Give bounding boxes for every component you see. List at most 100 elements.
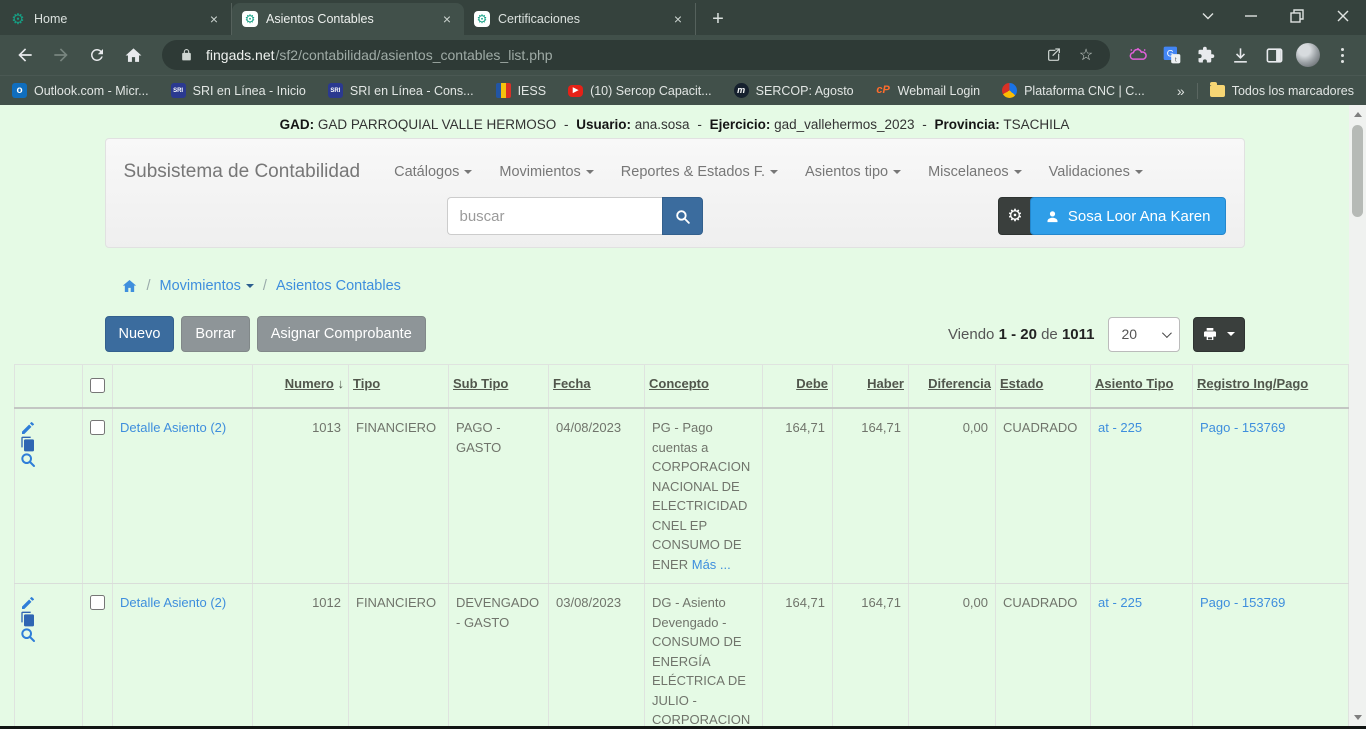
tab-close-icon[interactable]: × [205,10,223,28]
col-header-fecha: Fecha [549,365,645,409]
tab-home[interactable]: ⚙ Home × [0,3,232,35]
bookmark-iess[interactable]: IESS [496,83,547,98]
more-link[interactable]: Más ... [692,557,731,572]
bookmark-label: IESS [518,84,547,98]
back-button[interactable] [10,40,40,70]
asiento-tipo-link[interactable]: at - 225 [1098,595,1142,610]
window-close-button[interactable] [1320,0,1366,32]
cell-fecha: 04/08/2023 [549,408,645,584]
view-icon[interactable] [20,627,36,643]
extension-cloud-icon[interactable] [1124,41,1152,69]
print-button[interactable] [1193,317,1245,352]
new-tab-button[interactable]: + [704,5,732,33]
scroll-down-arrow[interactable] [1349,709,1366,726]
profile-avatar[interactable] [1294,41,1322,69]
chevron-down-icon [586,170,594,174]
menu-asientos-tipo[interactable]: Asientos tipo [805,164,901,180]
asientos-table: Numero ↓ Tipo Sub Tipo Fecha Concepto De… [14,364,1349,729]
detail-link[interactable]: Detalle Asiento (2) [120,595,226,610]
tab-close-icon[interactable]: × [438,10,456,28]
forward-button[interactable] [46,40,76,70]
bookmarks-overflow-button[interactable]: » [1177,83,1185,99]
breadcrumb-movimientos[interactable]: Movimientos [160,278,254,294]
bookmark-webmail[interactable]: cP Webmail Login [876,83,980,98]
edit-icon[interactable] [20,595,36,611]
col-header-concepto: Concepto [645,365,763,409]
bookmark-plataforma-cnc[interactable]: Plataforma CNC | C... [1002,83,1145,98]
reload-button[interactable] [82,40,112,70]
screen: { "browser": { "favicon_glyph": "⚙", "cl… [0,0,1366,729]
delete-button[interactable]: Borrar [181,316,249,352]
bookmark-sri-inicio[interactable]: SRI SRI en Línea - Inicio [171,83,306,98]
bookmark-sri-consultas[interactable]: SRI SRI en Línea - Cons... [328,83,474,98]
menu-reportes[interactable]: Reportes & Estados F. [621,164,778,180]
col-header-debe: Debe [763,365,833,409]
actions-toolbar: Nuevo Borrar Asignar Comprobante Viendo … [105,316,1245,352]
cell-subtipo: PAGO - GASTO [449,408,549,584]
row-checkbox[interactable] [90,595,105,610]
site-favicon-gear-icon: ⚙ [474,11,490,27]
col-header-haber: Haber [833,365,909,409]
menu-miscelaneos[interactable]: Miscelaneos [928,164,1022,180]
edit-icon[interactable] [20,420,36,436]
bookmark-sercop-capacitacion[interactable]: ▶ (10) Sercop Capacit... [568,84,712,98]
youtube-icon: ▶ [568,85,583,97]
home-icon[interactable] [121,278,138,294]
scroll-up-arrow[interactable] [1349,106,1366,123]
detail-link[interactable]: Detalle Asiento (2) [120,420,226,435]
view-icon[interactable] [20,452,36,468]
copy-icon[interactable] [20,611,36,627]
window-minimize-button[interactable] [1228,0,1274,32]
browser-menu-kebab-icon[interactable] [1328,41,1356,69]
home-button[interactable] [118,40,148,70]
cell-haber: 164,71 [833,408,909,584]
menu-validaciones[interactable]: Validaciones [1049,164,1143,180]
all-bookmarks-button[interactable]: Todos los marcadores [1210,84,1354,98]
extensions-puzzle-icon[interactable] [1192,41,1220,69]
page-content: GAD: GAD PARROQUIAL VALLE HERMOSO - Usua… [0,105,1349,729]
tab-certificaciones[interactable]: ⚙ Certificaciones × [464,3,696,35]
page-size-select[interactable]: 20 [1108,317,1180,352]
search-input[interactable] [447,197,662,235]
menu-movimientos[interactable]: Movimientos [499,164,593,180]
assign-receipt-button[interactable]: Asignar Comprobante [257,316,426,352]
cell-concepto: DG - Asiento Devengado - CONSUMO DE ENER… [645,584,763,729]
share-icon[interactable] [1042,43,1066,67]
bookmark-label: SERCOP: Agosto [756,84,854,98]
select-all-checkbox[interactable] [90,378,105,393]
cell-concepto: PG - Pago cuentas a CORPORACION NACIONAL… [645,408,763,584]
new-button[interactable]: Nuevo [105,316,175,352]
downloads-icon[interactable] [1226,41,1254,69]
registro-link[interactable]: Pago - 153769 [1200,420,1285,435]
col-header-numero: Numero ↓ [253,365,349,409]
col-header-actions [15,365,83,409]
cell-numero: 1013 [253,408,349,584]
vertical-scrollbar[interactable] [1349,105,1366,729]
window-menu-chevron-icon[interactable] [1188,0,1228,32]
tab-close-icon[interactable]: × [669,10,687,28]
sri-icon: SRI [171,83,186,98]
breadcrumb-asientos-contables[interactable]: Asientos Contables [276,278,401,294]
url-bar[interactable]: fingads.net /sf2/contabilidad/asientos_c… [162,40,1110,70]
bookmark-star-icon[interactable]: ☆ [1074,43,1098,67]
record-count: Viendo 1 - 20 de 1011 [948,326,1095,343]
window-restore-button[interactable] [1274,0,1320,32]
col-header-detail [113,365,253,409]
asiento-tipo-link[interactable]: at - 225 [1098,420,1142,435]
chevron-down-icon [1227,332,1235,336]
copy-icon[interactable] [20,436,36,452]
bookmark-sercop-agosto[interactable]: m SERCOP: Agosto [734,83,854,98]
side-panel-icon[interactable] [1260,41,1288,69]
tab-asientos-contables[interactable]: ⚙ Asientos Contables × [232,3,464,35]
sort-descending-icon: ↓ [338,376,345,391]
search-button[interactable] [662,197,703,235]
registro-link[interactable]: Pago - 153769 [1200,595,1285,610]
scrollbar-thumb[interactable] [1352,125,1363,217]
bookmark-outlook[interactable]: o Outlook.com - Micr... [12,83,149,98]
cell-estado: CUADRADO [996,408,1091,584]
user-menu-button[interactable]: Sosa Loor Ana Karen [1030,197,1226,235]
extension-translate-icon[interactable]: Gt [1158,41,1186,69]
menu-catalogos[interactable]: Catálogos [394,164,472,180]
svg-text:t: t [1175,56,1177,63]
row-checkbox[interactable] [90,420,105,435]
